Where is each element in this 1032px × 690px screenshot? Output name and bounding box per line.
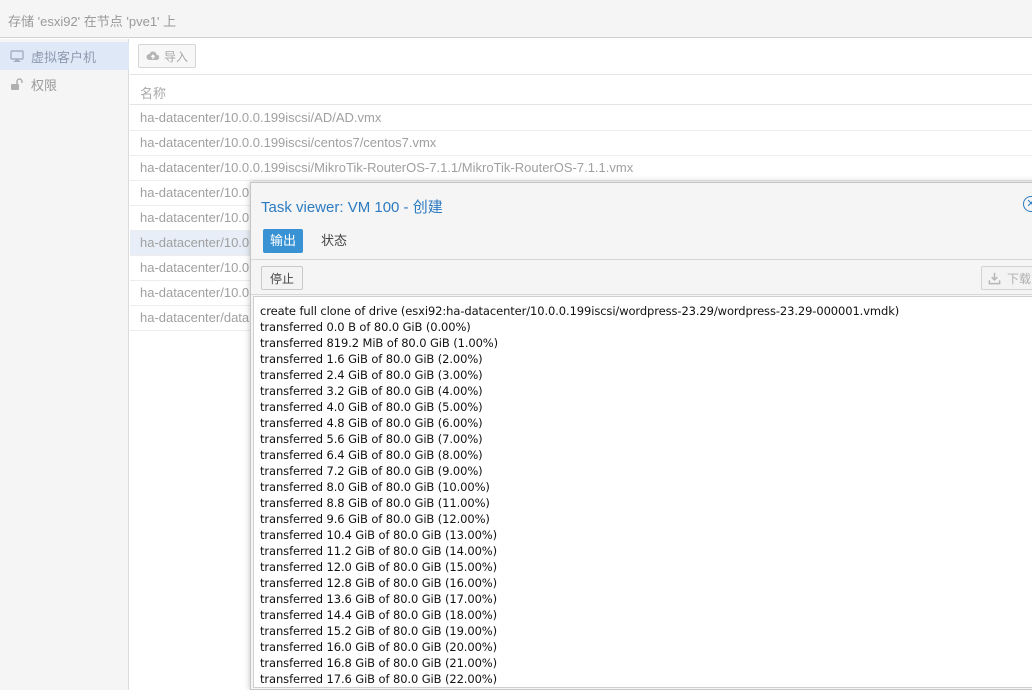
log-line: transferred 819.2 MiB of 80.0 GiB (1.00%… [260, 336, 499, 350]
log-line: transferred 3.2 GiB of 80.0 GiB (4.00%) [260, 384, 483, 398]
table-row[interactable]: ha-datacenter/10.0.0.199iscsi/MikroTik-R… [130, 156, 1032, 181]
cloud-upload-icon [146, 49, 160, 63]
title-bar: 存储 'esxi92' 在节点 'pve1' 上 [0, 0, 1032, 38]
sidebar: 虚拟客户机 权限 [0, 39, 129, 690]
log-line: transferred 0.0 B of 80.0 GiB (0.00%) [260, 320, 471, 334]
log-line: transferred 9.6 GiB of 80.0 GiB (12.00%) [260, 512, 490, 526]
log-line: transferred 6.4 GiB of 80.0 GiB (8.00%) [260, 448, 483, 462]
tab-status[interactable]: 状态 [314, 229, 354, 253]
task-viewer-title: Task viewer: VM 100 - 创建 [261, 199, 443, 216]
log-line: transferred 16.0 GiB of 80.0 GiB (20.00%… [260, 640, 498, 654]
download-icon [988, 272, 1001, 285]
log-line: transferred 12.8 GiB of 80.0 GiB (16.00%… [260, 576, 498, 590]
log-line: transferred 10.4 GiB of 80.0 GiB (13.00%… [260, 528, 498, 542]
column-header-name[interactable]: 名称 [130, 76, 1032, 105]
sidebar-item-label: 权限 [31, 77, 58, 93]
sidebar-item-permissions[interactable]: 权限 [0, 70, 129, 98]
log-line: transferred 2.4 GiB of 80.0 GiB (3.00%) [260, 368, 483, 382]
stop-button[interactable]: 停止 [261, 266, 303, 290]
log-line: transferred 15.2 GiB of 80.0 GiB (19.00%… [260, 624, 498, 638]
log-line: transferred 8.0 GiB of 80.0 GiB (10.00%) [260, 480, 490, 494]
page-title: 存储 'esxi92' 在节点 'pve1' 上 [8, 14, 177, 29]
table-row[interactable]: ha-datacenter/10.0.0.199iscsi/centos7/ce… [130, 131, 1032, 156]
log-line: transferred 17.6 GiB of 80.0 GiB (22.00%… [260, 672, 498, 686]
log-line: transferred 4.0 GiB of 80.0 GiB (5.00%) [260, 400, 483, 414]
table-row[interactable]: ha-datacenter/10.0.0.199iscsi/AD/AD.vmx [130, 106, 1032, 131]
panel-toolbar: 导入 [130, 39, 1032, 75]
sidebar-item-vm-guests[interactable]: 虚拟客户机 [0, 42, 129, 70]
task-log-output[interactable]: create full clone of drive (esxi92:ha-da… [253, 296, 1032, 688]
log-line: transferred 16.8 GiB of 80.0 GiB (21.00%… [260, 656, 498, 670]
task-viewer-window: Task viewer: VM 100 - 创建 ✕ 输出 状态 停止 下载 c… [250, 182, 1032, 690]
log-line: transferred 1.6 GiB of 80.0 GiB (2.00%) [260, 352, 483, 366]
download-button[interactable]: 下载 [981, 266, 1032, 290]
monitor-icon [9, 48, 25, 64]
log-line: transferred 13.6 GiB of 80.0 GiB (17.00%… [260, 592, 498, 606]
import-label: 导入 [163, 49, 188, 64]
unlock-icon [9, 76, 25, 92]
log-line: transferred 11.2 GiB of 80.0 GiB (14.00%… [260, 544, 498, 558]
tab-output[interactable]: 输出 [263, 229, 304, 253]
log-line: transferred 12.0 GiB of 80.0 GiB (15.00%… [260, 560, 498, 574]
log-line: transferred 7.2 GiB of 80.0 GiB (9.00%) [260, 464, 483, 478]
log-line: create full clone of drive (esxi92:ha-da… [260, 304, 900, 318]
sidebar-item-label: 虚拟客户机 [31, 49, 97, 65]
close-icon[interactable]: ✕ [1023, 196, 1032, 212]
task-viewer-toolbar: 停止 下载 [251, 259, 1032, 295]
download-label: 下载 [1007, 271, 1032, 286]
log-line: transferred 14.4 GiB of 80.0 GiB (18.00%… [260, 608, 498, 622]
column-header-label: 名称 [140, 86, 167, 101]
import-button[interactable]: 导入 [138, 44, 196, 68]
log-line: transferred 8.8 GiB of 80.0 GiB (11.00%) [260, 496, 490, 510]
log-line: transferred 5.6 GiB of 80.0 GiB (7.00%) [260, 432, 483, 446]
log-line: transferred 4.8 GiB of 80.0 GiB (6.00%) [260, 416, 483, 430]
